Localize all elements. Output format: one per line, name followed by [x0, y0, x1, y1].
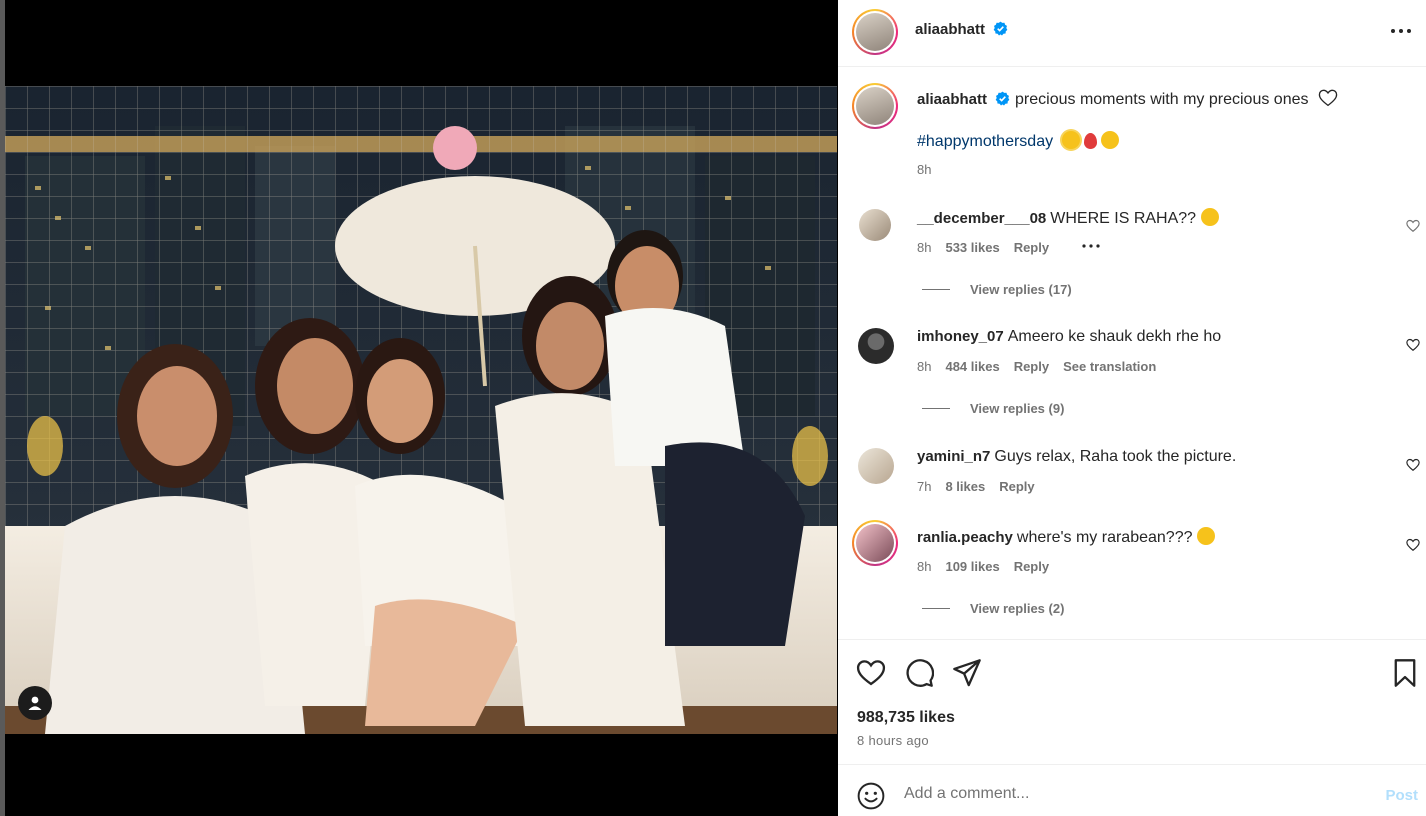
comment-time: 8h — [917, 359, 932, 374]
reply-button[interactable]: Reply — [1014, 240, 1049, 255]
caption-hashtag-line: #happymothersday — [917, 131, 1120, 151]
post-actions: 988,735 likes 8 hours ago — [838, 639, 1426, 764]
comment-time: 8h — [917, 240, 932, 255]
upside-down-face-emoji-icon — [1101, 131, 1120, 149]
add-comment-bar: Post — [838, 764, 1426, 816]
comment-username[interactable]: ranlia.peachy — [917, 529, 1013, 546]
comment-meta: 8h 109 likes Reply — [917, 559, 1063, 574]
commenter-avatar[interactable] — [858, 328, 894, 364]
hashtag-link[interactable]: #happymothersday — [917, 133, 1053, 150]
comment-meta: 8h 533 likes Reply — [917, 240, 1101, 255]
author-username[interactable]: aliaabhatt — [915, 21, 985, 38]
comment-likes[interactable]: 8 likes — [945, 479, 985, 494]
balloon-emoji-icon — [1084, 133, 1097, 149]
view-replies-label[interactable]: View replies (17) — [970, 282, 1072, 297]
view-replies-button[interactable]: View replies (17) — [922, 282, 1072, 297]
like-comment-heart-icon[interactable] — [1406, 458, 1420, 472]
reply-button[interactable]: Reply — [1014, 559, 1049, 574]
post-timestamp: 8 hours ago — [857, 733, 929, 748]
comment-input[interactable] — [904, 779, 1364, 809]
replies-divider — [922, 608, 950, 609]
commenter-avatar[interactable] — [852, 520, 898, 566]
post-detail-panel: aliaabhatt aliaabhatt precious moments w… — [838, 0, 1426, 816]
comment-username[interactable]: yamini_n7 — [917, 448, 990, 465]
comment-options-icon[interactable] — [1081, 242, 1101, 250]
reply-button[interactable]: Reply — [1014, 359, 1049, 374]
comment-text: where's my rarabean??? — [1016, 529, 1193, 546]
view-replies-label[interactable]: View replies (9) — [970, 401, 1064, 416]
more-options-icon[interactable] — [1388, 20, 1414, 42]
heart-outline-emoji-icon — [1318, 89, 1338, 107]
comment-text-row: ranlia.peachy where's my rarabean??? — [917, 527, 1215, 547]
like-comment-heart-icon[interactable] — [1406, 219, 1420, 233]
comment-meta: 8h 484 likes Reply See translation — [917, 359, 1170, 374]
caption-author-avatar[interactable] — [852, 83, 898, 129]
comment-text-row: __december___08 WHERE IS RAHA?? — [917, 208, 1219, 228]
comment-time: 7h — [917, 479, 932, 494]
tag-user-icon[interactable] — [18, 686, 52, 720]
post-header: aliaabhatt — [838, 0, 1426, 67]
comment-icon[interactable] — [904, 658, 934, 688]
commenter-avatar[interactable] — [859, 209, 891, 241]
post-photo[interactable] — [5, 86, 837, 734]
comment-username[interactable]: imhoney_07 — [917, 328, 1004, 345]
comment-text: WHERE IS RAHA?? — [1050, 210, 1197, 227]
likes-count[interactable]: 988,735 likes — [857, 709, 955, 727]
comment-text: Guys relax, Raha took the picture. — [994, 448, 1237, 465]
comment-likes[interactable]: 533 likes — [945, 240, 999, 255]
frown-emoji-icon — [1196, 527, 1215, 545]
reply-button[interactable]: Reply — [999, 479, 1034, 494]
like-comment-heart-icon[interactable] — [1406, 538, 1420, 552]
verified-badge-icon — [995, 91, 1010, 106]
comment-text-row: imhoney_07 Ameero ke shauk dekh rhe ho — [917, 328, 1221, 346]
caption-username[interactable]: aliaabhatt — [917, 91, 987, 108]
view-replies-button[interactable]: View replies (2) — [922, 601, 1064, 616]
view-replies-button[interactable]: View replies (9) — [922, 401, 1064, 416]
comment-meta: 7h 8 likes Reply — [917, 479, 1049, 494]
comment-time: 8h — [917, 559, 932, 574]
post-media-pane — [0, 0, 838, 816]
bookmark-icon[interactable] — [1390, 658, 1420, 688]
replies-divider — [922, 408, 950, 409]
comment-likes[interactable]: 109 likes — [945, 559, 999, 574]
comment-likes[interactable]: 484 likes — [945, 359, 999, 374]
see-translation-button[interactable]: See translation — [1063, 359, 1156, 374]
comments-list[interactable]: aliaabhatt precious moments with my prec… — [838, 68, 1426, 639]
share-icon[interactable] — [952, 658, 982, 688]
post-caption: aliaabhatt precious moments with my prec… — [917, 89, 1397, 109]
sad-face-emoji-icon — [1200, 208, 1219, 226]
emoji-icon[interactable] — [857, 782, 885, 810]
author-avatar[interactable] — [852, 9, 898, 55]
comment-text: Ameero ke shauk dekh rhe ho — [1007, 328, 1222, 345]
view-replies-label[interactable]: View replies (2) — [970, 601, 1064, 616]
commenter-avatar[interactable] — [858, 448, 894, 484]
sun-emoji-icon — [1061, 131, 1080, 149]
comment-username[interactable]: __december___08 — [917, 210, 1046, 227]
like-comment-heart-icon[interactable] — [1406, 338, 1420, 352]
replies-divider — [922, 289, 950, 290]
caption-text: precious moments with my precious ones — [1015, 91, 1309, 108]
verified-badge-icon — [994, 21, 1008, 36]
heart-icon[interactable] — [856, 658, 886, 688]
caption-timestamp: 8h — [917, 162, 932, 177]
post-comment-button[interactable]: Post — [1385, 787, 1418, 804]
comment-text-row: yamini_n7 Guys relax, Raha took the pictu… — [917, 448, 1236, 466]
